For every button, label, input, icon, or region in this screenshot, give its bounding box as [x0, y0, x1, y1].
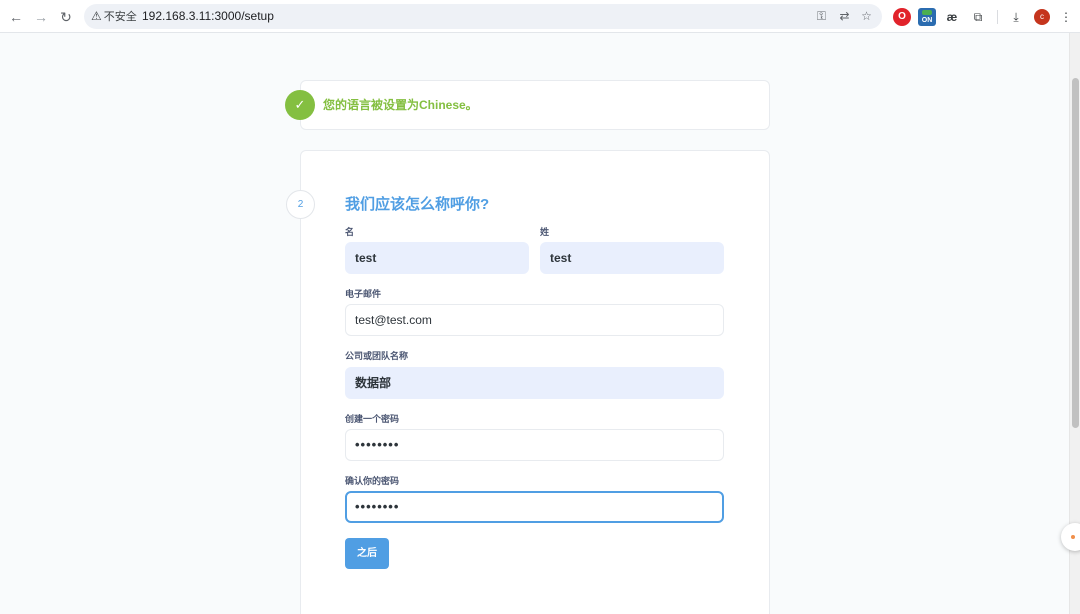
security-indicator[interactable]: ⚠ 不安全: [91, 4, 137, 29]
confirm-password-input[interactable]: ••••••••: [345, 491, 724, 523]
language-step-message: 您的语言被设置为Chinese。: [323, 98, 478, 112]
password-input[interactable]: ••••••••: [345, 429, 724, 461]
company-input[interactable]: 数据部: [345, 367, 724, 399]
menu-icon[interactable]: ⋮: [1057, 8, 1075, 26]
scrollbar-thumb[interactable]: [1072, 78, 1079, 428]
password-label: 创建一个密码: [345, 414, 400, 424]
warning-icon: ⚠: [91, 9, 102, 23]
browser-toolbar: ← → ↻ ⚠ 不安全 192.168.3.11:3000/setup ⚿ ⇄ ☆…: [0, 0, 1080, 33]
company-label: 公司或团队名称: [345, 351, 409, 361]
toolbar-divider: [997, 10, 998, 24]
address-bar[interactable]: ⚠ 不安全 192.168.3.11:3000/setup ⚿ ⇄ ☆: [84, 4, 882, 29]
extensions-icon[interactable]: ⧉: [969, 8, 987, 26]
first-name-input[interactable]: test: [345, 242, 529, 274]
step-number-badge: 2: [286, 190, 315, 219]
email-label: 电子邮件: [345, 289, 382, 299]
opera-icon[interactable]: O: [893, 8, 911, 26]
forward-icon[interactable]: →: [32, 8, 50, 26]
security-label: 不安全: [103, 11, 137, 23]
email-field[interactable]: test@test.com: [345, 304, 724, 336]
next-button[interactable]: 之后: [345, 538, 389, 569]
key-icon[interactable]: ⚿: [813, 8, 830, 25]
confirm-password-label: 确认你的密码: [345, 476, 400, 486]
toggle-extension-icon[interactable]: ON: [918, 8, 936, 26]
back-icon[interactable]: ←: [7, 8, 25, 26]
floating-helper-button[interactable]: [1061, 523, 1080, 551]
translate-icon[interactable]: ⇄: [836, 8, 853, 25]
form-title: 我们应该怎么称呼你?: [345, 196, 490, 213]
first-name-label: 名: [345, 227, 355, 237]
helper-dot-icon: [1071, 535, 1075, 539]
ae-icon[interactable]: æ: [943, 8, 961, 26]
avatar[interactable]: c: [1034, 9, 1050, 25]
reload-icon[interactable]: ↻: [57, 8, 75, 26]
last-name-label: 姓: [540, 227, 550, 237]
url-text[interactable]: 192.168.3.11:3000/setup: [142, 4, 274, 29]
star-icon[interactable]: ☆: [858, 8, 875, 25]
check-icon: ✓: [285, 90, 315, 120]
download-icon[interactable]: ⤓: [1007, 8, 1025, 26]
last-name-input[interactable]: test: [540, 242, 724, 274]
